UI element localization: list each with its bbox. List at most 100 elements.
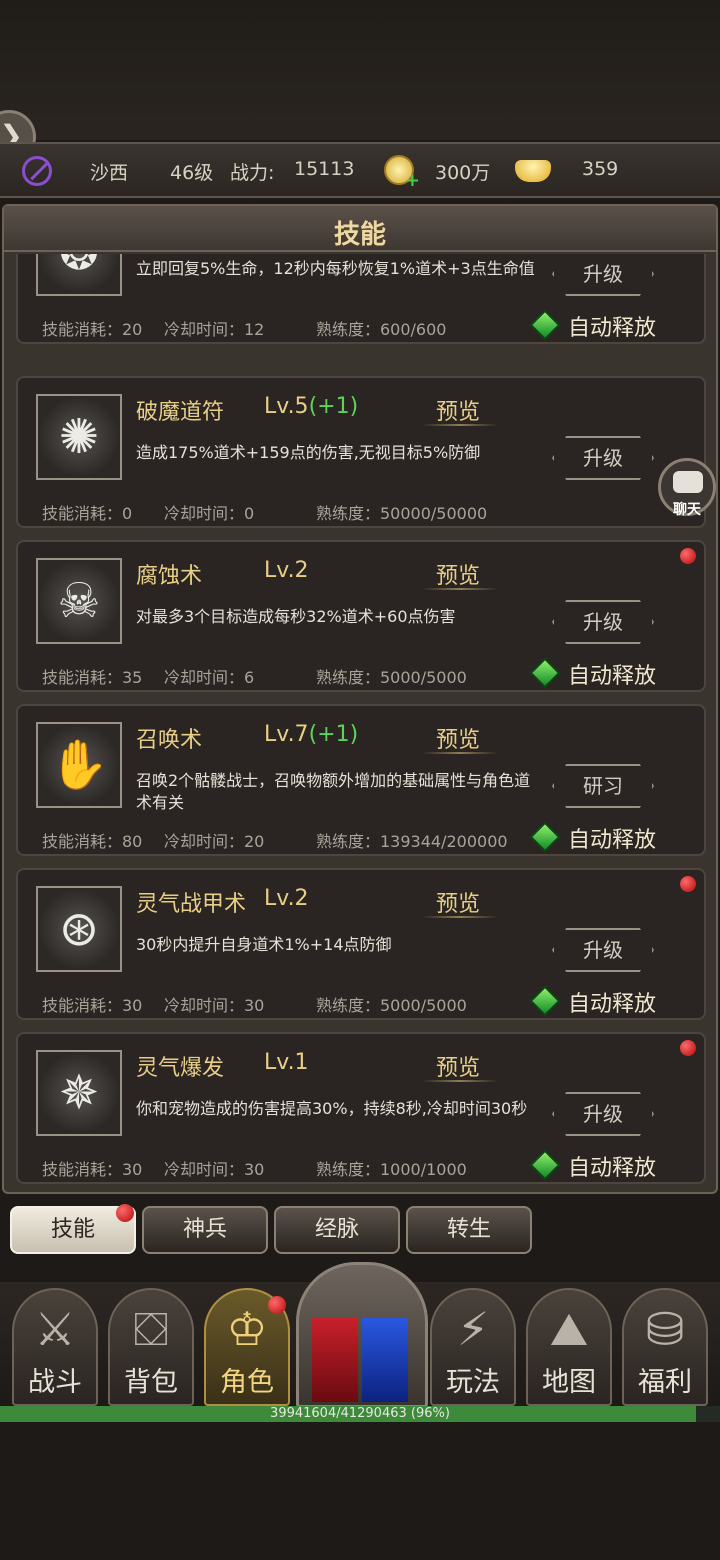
chat-bubble-icon <box>673 471 703 493</box>
auto-cast-label[interactable]: 自动释放 <box>568 658 656 690</box>
auto-cast-label[interactable]: 自动释放 <box>568 986 656 1018</box>
skill-cooldown: 冷却时间：20 <box>164 832 265 851</box>
auto-cast-label[interactable]: 自动释放 <box>568 310 656 342</box>
auto-cast-label[interactable]: 自动释放 <box>568 822 656 854</box>
nav-battle[interactable]: ⚔ 战斗 <box>10 1288 100 1406</box>
nav-label: 玩法 <box>446 1367 500 1398</box>
skill-name: 召唤术 <box>136 728 203 753</box>
skill-list[interactable]: ❂ 立即回复5%生命，12秒内每秒恢复1%道术+3点生命值 升级 技能消耗：20… <box>4 254 716 1192</box>
skill-cost: 技能消耗：20 <box>42 320 143 339</box>
preview-underline <box>422 916 498 918</box>
backpack-icon: ⛋ <box>133 1302 169 1356</box>
skill-panel: 技能 ❂ 立即回复5%生命，12秒内每秒恢复1%道术+3点生命值 升级 技能消耗… <box>2 204 718 1194</box>
skill-cost: 技能消耗：0 <box>42 504 133 523</box>
coin-amount: 300万 <box>435 162 491 184</box>
skill-cooldown: 冷却时间：12 <box>164 320 265 339</box>
mp-orb <box>362 1318 408 1402</box>
nav-label: 角色 <box>220 1367 274 1398</box>
skill-card: ✵ 灵气爆发 Lv.1 预览 你和宠物造成的伤害提高30%，持续8秒,冷却时间3… <box>16 1032 706 1184</box>
panel-header: 技能 <box>4 206 716 252</box>
skill-description: 立即回复5%生命，12秒内每秒恢复1%道术+3点生命值 <box>136 259 535 278</box>
skill-cost: 技能消耗：30 <box>42 996 143 1015</box>
tab-rebirth[interactable]: 转生 <box>406 1206 532 1254</box>
skill-level: Lv.5(+1) <box>264 394 359 419</box>
skill-level: Lv.2 <box>264 886 309 911</box>
top-background <box>0 0 720 140</box>
upgrade-button[interactable]: 升级 <box>552 436 654 480</box>
summon-hand-icon: ✋ <box>36 722 122 808</box>
upgrade-button[interactable]: 升级 <box>552 600 654 644</box>
skill-name: 破魔道符 <box>136 400 225 425</box>
auto-cast-label[interactable]: 自动释放 <box>568 1150 656 1182</box>
nav-bag[interactable]: ⛋ 背包 <box>106 1288 196 1406</box>
map-icon: ⛰ <box>549 1302 589 1356</box>
player-level: 46级 <box>170 162 214 184</box>
preview-link[interactable]: 预览 <box>436 886 480 918</box>
nav-label: 战斗 <box>28 1367 82 1398</box>
auto-cast-gem-icon[interactable] <box>529 821 561 853</box>
auto-cast-gem-icon[interactable] <box>529 1149 561 1181</box>
chat-label: 聊天 <box>673 502 701 518</box>
spirit-burst-icon: ✵ <box>36 1050 122 1136</box>
skill-level: Lv.1 <box>264 1050 309 1075</box>
skill-mastery: 熟练度：50000/50000 <box>316 504 488 523</box>
skill-card: ✺ 破魔道符 Lv.5(+1) 预览 造成175%道术+159点的伤害,无视目标… <box>16 376 706 528</box>
skill-description: 造成175%道术+159点的伤害,无视目标5%防御 <box>136 443 481 462</box>
power-value: 15113 <box>294 158 355 180</box>
tab-alert-dot <box>116 1204 134 1222</box>
skill-cost: 技能消耗：30 <box>42 1160 143 1179</box>
nav-label: 地图 <box>542 1367 596 1398</box>
player-status-bar: 沙西 46级 战力: 15113 300万 359 <box>0 142 720 198</box>
skill-cost: 技能消耗：80 <box>42 832 143 851</box>
nav-map[interactable]: ⛰ 地图 <box>524 1288 614 1406</box>
tornado-spirit-icon: ❂ <box>36 254 122 296</box>
nav-alert-dot <box>268 1296 286 1314</box>
rune-armor-icon: ⊛ <box>36 886 122 972</box>
skill-level: Lv.7(+1) <box>264 722 359 747</box>
upgrade-button[interactable]: 升级 <box>552 1092 654 1136</box>
nav-label: 福利 <box>638 1367 692 1398</box>
hp-mp-gate[interactable] <box>296 1262 428 1408</box>
skill-card: ✋ 召唤术 Lv.7(+1) 预览 召唤2个骷髅战士，召唤物额外增加的基础属性与… <box>16 704 706 856</box>
coin-add-icon[interactable] <box>384 155 420 191</box>
crossed-swords-icon: ⚔ <box>34 1302 76 1356</box>
preview-underline <box>422 588 498 590</box>
preview-underline <box>422 752 498 754</box>
panel-title: 技能 <box>333 220 386 250</box>
power-label: 战力: <box>230 162 275 184</box>
upgrade-button[interactable]: 升级 <box>552 928 654 972</box>
nav-play[interactable]: ⚡ 玩法 <box>428 1288 518 1406</box>
upgrade-button[interactable]: 升级 <box>552 254 654 296</box>
alert-dot <box>680 1040 696 1056</box>
chat-button[interactable]: 聊天 <box>658 458 716 518</box>
skill-cooldown: 冷却时间：6 <box>164 668 255 687</box>
skill-cooldown: 冷却时间：0 <box>164 504 255 523</box>
auto-cast-gem-icon[interactable] <box>529 985 561 1017</box>
skill-card: ☠ 腐蚀术 Lv.2 预览 对最多3个目标造成每秒32%道术+60点伤害 升级 … <box>16 540 706 692</box>
preview-link[interactable]: 预览 <box>436 722 480 754</box>
preview-link[interactable]: 预览 <box>436 394 480 426</box>
gold-ingot-icon <box>515 160 551 182</box>
preview-link[interactable]: 预览 <box>436 558 480 590</box>
ghost-skulls-icon: ☠ <box>36 558 122 644</box>
study-button[interactable]: 研习 <box>552 764 654 808</box>
skill-mastery: 熟练度：1000/1000 <box>316 1160 467 1179</box>
tab-meridian[interactable]: 经脉 <box>274 1206 400 1254</box>
skill-description: 对最多3个目标造成每秒32%道术+60点伤害 <box>136 607 456 626</box>
nav-welfare[interactable]: ⛁ 福利 <box>620 1288 710 1406</box>
exp-bar: 39941604/41290463 (96%) <box>0 1406 720 1422</box>
alert-dot <box>680 548 696 564</box>
auto-cast-gem-icon[interactable] <box>529 657 561 689</box>
skill-cooldown: 冷却时间：30 <box>164 996 265 1015</box>
player-name: 沙西 <box>90 162 129 184</box>
skill-mastery: 熟练度：600/600 <box>316 320 447 339</box>
sword-slash-icon: ⚡ <box>456 1302 490 1356</box>
skill-name: 腐蚀术 <box>136 564 203 589</box>
skill-description: 召唤2个骷髅战士，召唤物额外增加的基础属性与角色道术有关 <box>136 771 531 812</box>
preview-link[interactable]: 预览 <box>436 1050 480 1082</box>
exp-text: 39941604/41290463 (96%) <box>270 1406 450 1421</box>
tab-weapon[interactable]: 神兵 <box>142 1206 268 1254</box>
skill-level: Lv.2 <box>264 558 309 583</box>
vip-icon[interactable] <box>22 156 52 186</box>
auto-cast-gem-icon[interactable] <box>529 309 561 341</box>
